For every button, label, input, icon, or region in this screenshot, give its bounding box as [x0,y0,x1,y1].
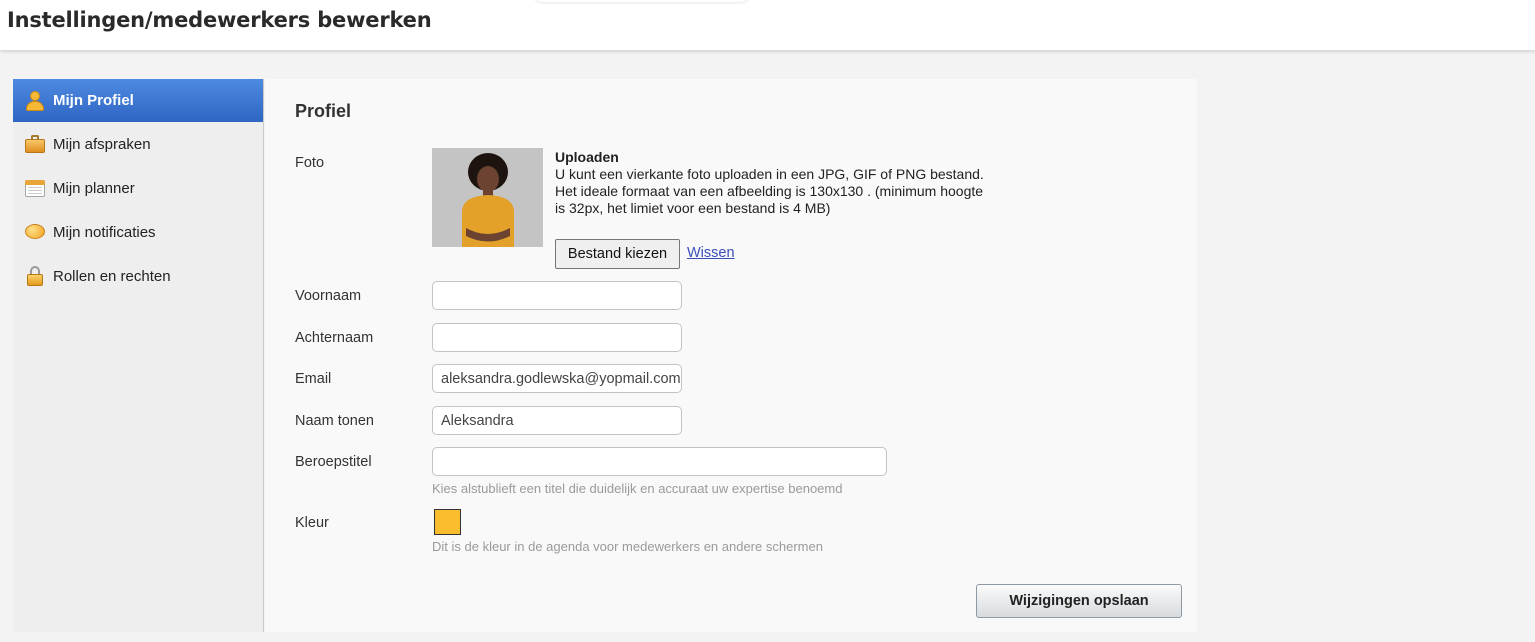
email-input[interactable]: aleksandra.godlewska@yopmail.com [432,364,682,393]
color-hint: Dit is de kleur in de agenda voor medewe… [432,539,823,554]
display-name-input[interactable]: Aleksandra [432,406,682,435]
save-changes-button[interactable]: Wijzigingen opslaan [976,584,1182,618]
settings-sidebar: Mijn Profiel Mijn afspraken Mijn planner… [13,79,264,632]
top-tab-handle [532,0,752,2]
person-icon [25,90,45,111]
job-title-label: Beroepstitel [295,454,372,470]
sidebar-item-my-notifications[interactable]: Mijn notificaties [13,210,263,254]
photo-label: Foto [295,155,325,171]
upload-title: Uploaden [555,149,619,165]
sidebar-item-my-appointments[interactable]: Mijn afspraken [13,122,263,166]
first-name-label: Voornaam [295,288,362,304]
job-title-hint: Kies alstublieft een titel die duidelijk… [432,481,843,496]
first-name-input[interactable] [432,281,682,310]
sidebar-item-my-planner[interactable]: Mijn planner [13,166,263,210]
briefcase-icon [25,134,45,154]
sidebar-item-roles-rights[interactable]: Rollen en rechten [13,254,263,298]
sidebar-item-label: Mijn afspraken [53,135,151,153]
upload-description: U kunt een vierkante foto uploaden in ee… [555,166,984,216]
top-bar: Instellingen/medewerkers bewerken [0,0,1535,50]
section-title: Profiel [295,101,352,121]
sidebar-item-label: Mijn notificaties [53,223,156,241]
display-name-label: Naam tonen [295,413,374,429]
color-swatch[interactable] [434,509,461,535]
sidebar-item-my-profile[interactable]: Mijn Profiel [13,79,263,122]
sidebar-item-label: Mijn Profiel [53,92,134,109]
color-label: Kleur [295,515,329,531]
lock-icon [25,266,45,286]
last-name-label: Achternaam [295,330,374,346]
sidebar-item-label: Mijn planner [53,179,135,197]
chat-bubble-icon [25,222,45,242]
profile-photo [432,148,543,247]
sidebar-item-label: Rollen en rechten [53,267,171,285]
email-label: Email [295,371,332,387]
calendar-icon [25,178,45,198]
profile-photo-image [432,148,543,247]
choose-file-button[interactable]: Bestand kiezen [555,239,680,269]
clear-photo-link[interactable]: Wissen [687,245,735,261]
last-name-input[interactable] [432,323,682,352]
job-title-input[interactable] [432,447,887,476]
page-title: Instellingen/medewerkers bewerken [7,8,432,32]
profile-panel: Profiel Foto Uploaden U kunt een vierkan… [265,79,1197,632]
